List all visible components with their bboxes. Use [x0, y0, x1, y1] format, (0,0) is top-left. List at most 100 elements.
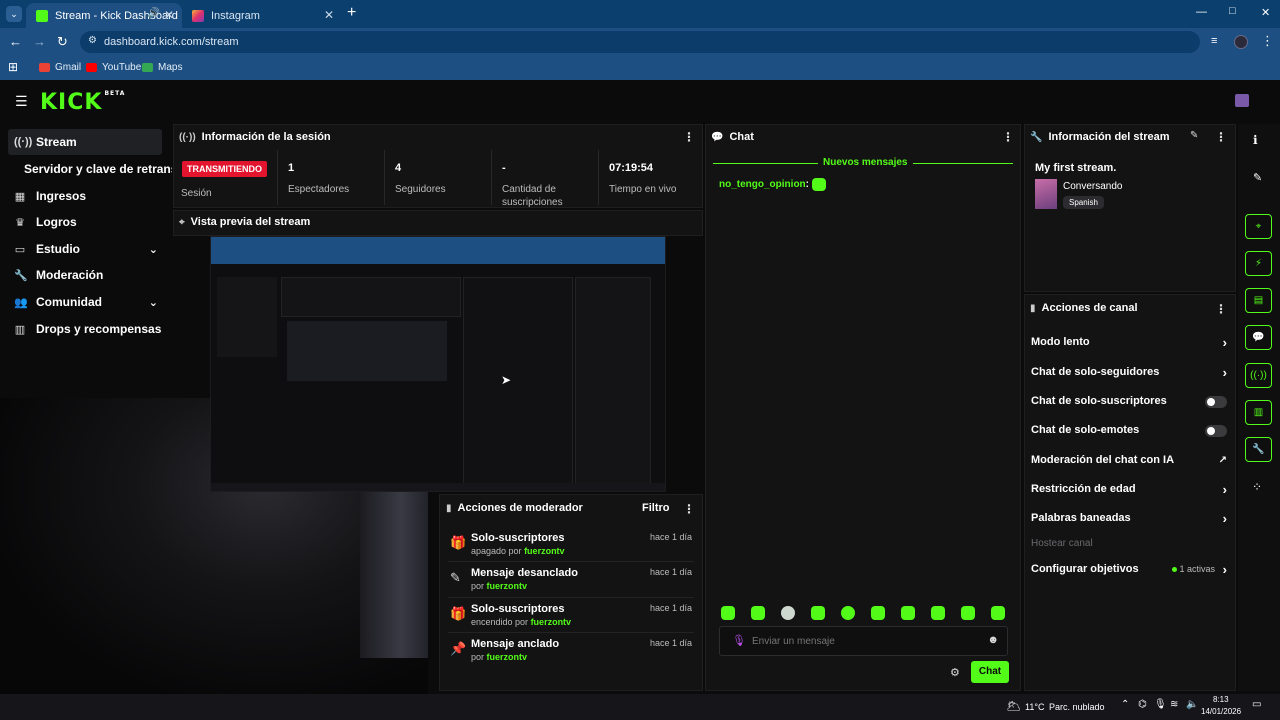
- flash-tool-button[interactable]: ⚡: [1245, 251, 1272, 276]
- browser-menu-icon[interactable]: ⋮: [1261, 33, 1274, 49]
- chat-settings-icon[interactable]: ⚙: [950, 666, 960, 679]
- bookmark-maps[interactable]: Maps: [142, 62, 182, 73]
- sidebar-item-estudio[interactable]: ▭ Estudio ⌄: [8, 236, 162, 262]
- emote-icon[interactable]: [961, 606, 975, 620]
- more-tools-icon[interactable]: ⁘: [1252, 480, 1262, 494]
- broadcast-tool-button[interactable]: ((·)): [1245, 363, 1272, 388]
- screenshot-tool-button[interactable]: ⌖: [1245, 214, 1272, 239]
- emotes-only-toggle[interactable]: [1205, 425, 1227, 437]
- stream-info-menu-icon[interactable]: ⋮: [1215, 130, 1227, 144]
- subscribers-only-toggle[interactable]: [1205, 396, 1227, 408]
- action-title: Solo-suscriptores: [471, 532, 565, 544]
- edit-icon[interactable]: ✎: [1253, 171, 1262, 184]
- action-prefix: por: [471, 652, 485, 662]
- sidebar-item-logros[interactable]: ♛ Logros: [8, 209, 162, 235]
- info-icon[interactable]: ℹ: [1253, 133, 1258, 147]
- mic-tray-icon[interactable]: 🎙: [1154, 699, 1167, 710]
- action-label: Modo lento: [1031, 336, 1090, 348]
- emote-icon[interactable]: [841, 606, 855, 620]
- minimize-button[interactable]: —: [1196, 6, 1207, 18]
- chat-input-box[interactable]: 🎙 ☻: [719, 626, 1008, 656]
- sidebar-item-moderacion[interactable]: 🔧 Moderación: [8, 262, 162, 288]
- sidebar-item-server-key[interactable]: Servidor y clave de retransm: [8, 156, 172, 182]
- action-user[interactable]: fuerzontv: [487, 581, 528, 591]
- tab-search-button[interactable]: ⌄: [6, 6, 22, 22]
- logo-badge: BETA: [104, 90, 126, 97]
- emote-icon[interactable]: [781, 606, 795, 620]
- clock-date[interactable]: 14/01/2026: [1201, 707, 1241, 716]
- sidebar-item-ingresos[interactable]: ▦ Ingresos: [8, 183, 162, 209]
- maximize-button[interactable]: □: [1229, 5, 1236, 17]
- mod-actions-menu-icon[interactable]: ⋮: [683, 502, 695, 516]
- bookmark-youtube[interactable]: YouTube: [86, 62, 141, 73]
- emoji-picker-icon[interactable]: ☻: [987, 634, 999, 646]
- apps-grid-icon[interactable]: ⊞: [8, 60, 18, 74]
- forward-icon[interactable]: →: [33, 34, 46, 49]
- sidebar-item-comunidad[interactable]: 👥 Comunidad ⌄: [8, 289, 162, 315]
- bookmark-label: Gmail: [55, 62, 82, 73]
- bookmark-gmail[interactable]: Gmail: [39, 62, 81, 73]
- emote-icon[interactable]: [811, 606, 825, 620]
- notes-tool-button[interactable]: ▤: [1245, 288, 1272, 313]
- stream-preview-header: ⌖ Vista previa del stream: [179, 216, 310, 228]
- emote-icon[interactable]: [871, 606, 885, 620]
- panel-title: Información de la sesión: [201, 131, 331, 143]
- wrench-tool-button[interactable]: 🔧: [1245, 437, 1272, 462]
- tab-instagram[interactable]: Instagram ✕: [182, 3, 342, 28]
- banned-words-item[interactable]: Palabras baneadas ›: [1031, 511, 1229, 528]
- sidebar-item-label: Moderación: [36, 268, 104, 282]
- tab-kick-dashboard[interactable]: Stream - Kick Dashboard 🔊 ✕: [26, 3, 182, 28]
- send-chat-button[interactable]: Chat: [971, 661, 1009, 683]
- age-restriction-item[interactable]: Restricción de edad ›: [1031, 482, 1229, 499]
- ai-moderation-item[interactable]: Moderación del chat con IA ↗: [1031, 454, 1229, 470]
- layout-tool-button[interactable]: ▥: [1245, 400, 1272, 425]
- site-info-icon[interactable]: ⚙: [88, 35, 97, 46]
- close-window-button[interactable]: ✕: [1261, 6, 1270, 19]
- back-icon[interactable]: ←: [9, 34, 22, 49]
- tray-chevron-icon[interactable]: ⌃: [1121, 699, 1129, 710]
- volume-icon[interactable]: 🔈: [1186, 699, 1198, 710]
- new-tab-button[interactable]: +: [347, 4, 356, 22]
- action-user[interactable]: fuerzontv: [487, 652, 528, 662]
- action-user[interactable]: fuerzontv: [524, 546, 565, 556]
- network-icon[interactable]: ⌬: [1138, 699, 1147, 710]
- chat-username[interactable]: no_tengo_opinion: [719, 179, 806, 190]
- wifi-icon[interactable]: ≋: [1170, 699, 1178, 710]
- mod-actions-header: ▮ Acciones de moderador: [446, 502, 583, 514]
- stream-preview-video[interactable]: ➤: [210, 236, 666, 492]
- close-tab-icon[interactable]: ✕: [324, 8, 334, 22]
- new-messages-label[interactable]: Nuevos mensajes: [818, 157, 913, 168]
- user-avatar[interactable]: [1235, 94, 1249, 107]
- close-tab-icon[interactable]: ✕: [164, 8, 174, 22]
- chat-tool-button[interactable]: 💬: [1245, 325, 1272, 350]
- action-user[interactable]: fuerzontv: [531, 617, 572, 627]
- sidebar-item-label: Stream: [36, 135, 77, 149]
- clock-time[interactable]: 8:13: [1213, 695, 1229, 704]
- category-name[interactable]: Conversando: [1063, 181, 1122, 192]
- sidebar-item-stream[interactable]: ((·)) Stream: [8, 129, 162, 155]
- category-thumbnail[interactable]: [1035, 179, 1057, 209]
- chat-menu-icon[interactable]: ⋮: [1002, 130, 1014, 144]
- emote-icon[interactable]: [991, 606, 1005, 620]
- slow-mode-item[interactable]: Modo lento ›: [1031, 335, 1229, 352]
- profile-avatar[interactable]: [1234, 35, 1248, 49]
- reading-list-icon[interactable]: ≡: [1211, 35, 1217, 47]
- emote-icon[interactable]: [901, 606, 915, 620]
- chat-message-input[interactable]: [752, 633, 972, 649]
- filter-button[interactable]: Filtro: [642, 502, 670, 514]
- emote-icon[interactable]: [721, 606, 735, 620]
- sidebar-item-drops[interactable]: ▥ Drops y recompensas: [8, 316, 162, 342]
- edit-stream-icon[interactable]: ✎: [1190, 130, 1198, 141]
- channel-actions-menu-icon[interactable]: ⋮: [1215, 302, 1227, 316]
- goals-item[interactable]: Configurar objetivos 1 activas ›: [1031, 562, 1229, 579]
- reload-icon[interactable]: ↻: [57, 34, 68, 50]
- microphone-icon[interactable]: 🎙: [732, 634, 746, 647]
- notification-icon[interactable]: ▭: [1252, 699, 1261, 710]
- emote-icon[interactable]: [751, 606, 765, 620]
- kick-logo[interactable]: KICK BETA: [40, 90, 125, 115]
- followers-only-item[interactable]: Chat de solo-seguidores ›: [1031, 365, 1229, 382]
- session-menu-icon[interactable]: ⋮: [683, 130, 695, 144]
- url-input[interactable]: ⚙ dashboard.kick.com/stream: [80, 31, 1200, 53]
- hamburger-menu-icon[interactable]: ☰: [15, 93, 28, 110]
- emote-icon[interactable]: [931, 606, 945, 620]
